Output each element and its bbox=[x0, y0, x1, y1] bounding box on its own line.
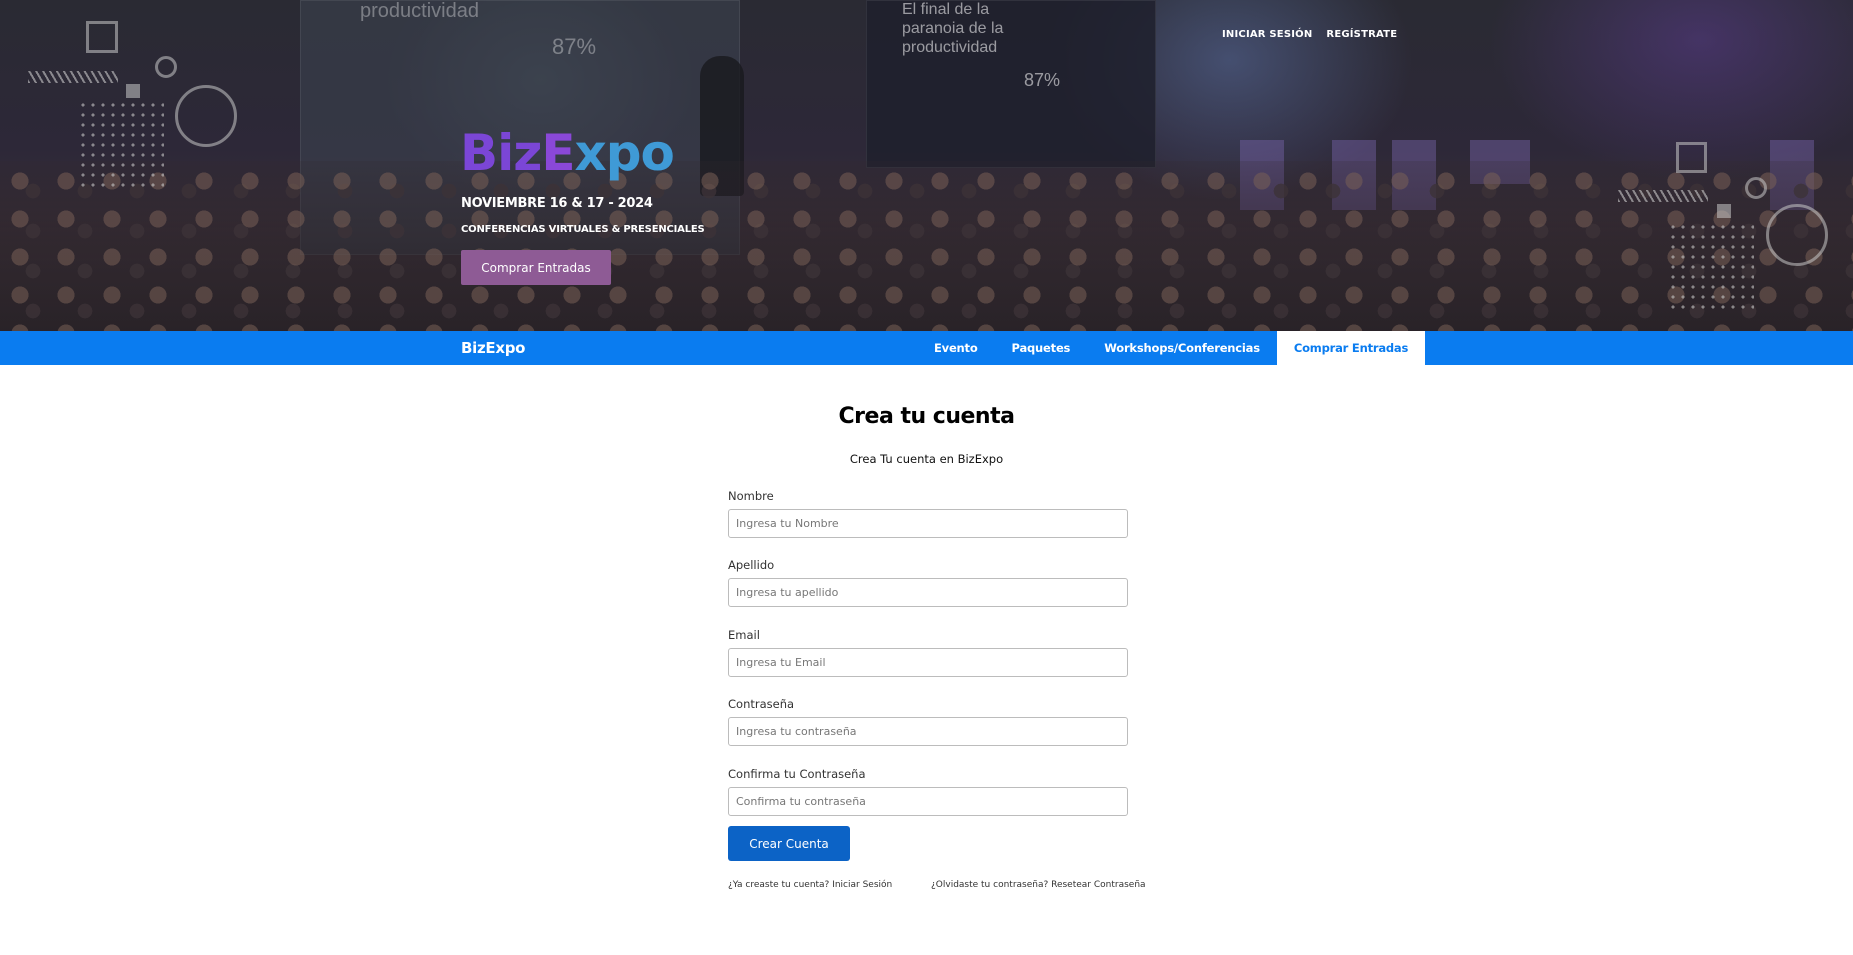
nav-link-paquetes[interactable]: Paquetes bbox=[995, 331, 1088, 365]
logo-part-biz: Biz bbox=[460, 124, 542, 182]
logo-part-xpo: xpo bbox=[574, 124, 675, 182]
logo-part-e: E bbox=[541, 124, 575, 182]
login-link-footer[interactable]: ¿Ya creaste tu cuenta? Iniciar Sesión bbox=[728, 880, 892, 890]
bizexpo-logo: BizExpo bbox=[460, 124, 675, 182]
page-title: Crea tu cuenta bbox=[838, 404, 1015, 429]
email-label: Email bbox=[728, 628, 760, 642]
decorative-circle-icon bbox=[175, 85, 237, 147]
nav-link-workshops[interactable]: Workshops/Conferencias bbox=[1087, 331, 1277, 365]
page-subtitle: Crea Tu cuenta en BizExpo bbox=[849, 452, 1004, 466]
nombre-label: Nombre bbox=[728, 489, 774, 503]
decorative-circle-icon bbox=[1745, 177, 1767, 199]
reset-password-link[interactable]: ¿Olvidaste tu contraseña? Resetear Contr… bbox=[931, 880, 1146, 890]
nombre-input[interactable] bbox=[728, 509, 1128, 538]
background-screen-text: 87% bbox=[1024, 70, 1061, 90]
decorative-circle-icon bbox=[1766, 204, 1828, 266]
account-nav: INICIAR SESIÓN REGÍSTRATE bbox=[1222, 29, 1397, 40]
decorative-dots-icon bbox=[1668, 222, 1754, 312]
decorative-circle-icon bbox=[155, 56, 177, 78]
background-screen-text: productividad bbox=[360, 0, 479, 22]
decorative-dots-icon bbox=[78, 100, 164, 190]
background-screen-text: El final de la paranoia de la productivi… bbox=[902, 1, 1004, 56]
navbar-links: Evento Paquetes Workshops/Conferencias C… bbox=[917, 331, 1426, 365]
apellido-label: Apellido bbox=[728, 558, 775, 572]
confirm-password-input[interactable] bbox=[728, 787, 1128, 816]
decorative-square-icon bbox=[86, 21, 118, 53]
audience-crowd bbox=[0, 161, 1853, 331]
login-link[interactable]: INICIAR SESIÓN bbox=[1222, 29, 1312, 40]
password-label: Contraseña bbox=[728, 697, 795, 711]
decorative-square-icon bbox=[1676, 142, 1707, 173]
decorative-block-icon bbox=[1717, 204, 1731, 218]
create-account-button[interactable]: Crear Cuenta bbox=[728, 826, 850, 861]
buy-tickets-button[interactable]: Comprar Entradas bbox=[461, 250, 611, 285]
apellido-input[interactable] bbox=[728, 578, 1128, 607]
main-navbar: BizExpo Evento Paquetes Workshops/Confer… bbox=[0, 331, 1853, 365]
decorative-stripes-icon bbox=[1618, 190, 1708, 202]
confirm-password-label: Confirma tu Contraseña bbox=[728, 767, 866, 781]
register-link[interactable]: REGÍSTRATE bbox=[1326, 29, 1397, 40]
nav-link-evento[interactable]: Evento bbox=[917, 331, 995, 365]
event-subtitle: CONFERENCIAS VIRTUALES & PRESENCIALES bbox=[461, 224, 705, 235]
nav-link-comprar-entradas[interactable]: Comprar Entradas bbox=[1276, 331, 1426, 365]
event-date: NOVIEMBRE 16 & 17 - 2024 bbox=[461, 196, 653, 211]
email-input[interactable] bbox=[728, 648, 1128, 677]
decorative-stripes-icon bbox=[28, 71, 118, 83]
password-input[interactable] bbox=[728, 717, 1128, 746]
hero-banner: productividad 87% El final de la paranoi… bbox=[0, 0, 1853, 331]
background-screen-text: 87% bbox=[552, 34, 597, 59]
navbar-brand[interactable]: BizExpo bbox=[461, 339, 525, 357]
decorative-block-icon bbox=[126, 84, 140, 98]
